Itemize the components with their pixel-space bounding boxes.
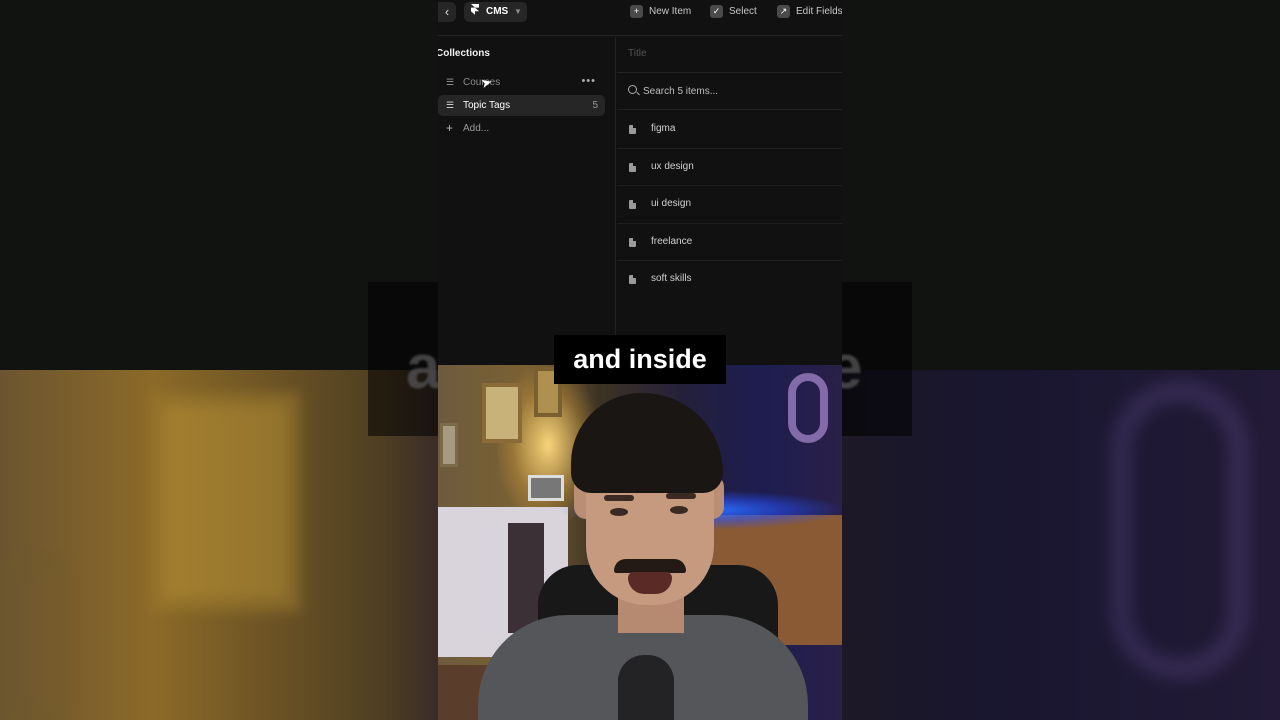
cms-menu-button[interactable]: CMS ▼: [464, 2, 527, 22]
presenter-eye: [670, 506, 688, 514]
chevron-left-icon: ‹: [444, 4, 450, 19]
presenter-mouth: [628, 572, 672, 594]
presenter-mustache: [614, 559, 686, 573]
chevron-down-icon: ▼: [514, 7, 522, 16]
presenter-eye: [610, 508, 628, 516]
title-column-header: Title: [628, 48, 647, 59]
add-collection-label: Add...: [463, 123, 490, 134]
select-button[interactable]: ✓ Select: [710, 4, 757, 20]
search-bar: [617, 72, 842, 110]
presenter-eyebrow: [666, 493, 696, 499]
backdrop-neon-sign: [1110, 380, 1250, 680]
document-icon: [629, 237, 636, 247]
document-icon: [629, 162, 636, 172]
new-item-label: New Item: [649, 6, 692, 17]
back-button[interactable]: ‹: [438, 2, 456, 22]
collections-sidebar: Collections ☰ Courses ••• ☰ Topic Tags 5…: [438, 37, 616, 365]
more-options-icon[interactable]: •••: [581, 71, 596, 92]
edit-fields-label: Edit Fields: [796, 6, 842, 17]
database-icon: ☰: [446, 77, 455, 87]
new-item-button[interactable]: + New Item: [630, 4, 691, 20]
list-item[interactable]: freelance: [617, 224, 842, 261]
sidebar-item-courses[interactable]: ☰ Courses •••: [438, 72, 605, 93]
sidebar-item-label: Topic Tags: [463, 100, 511, 111]
list-item[interactable]: soft skills: [617, 261, 842, 299]
cms-app: ‹ CMS ▼ + New Item ✓ Select ↗ Edit Fields: [438, 0, 842, 365]
sidebar-item-topic-tags[interactable]: ☰ Topic Tags 5: [438, 95, 605, 116]
document-icon: [629, 125, 636, 134]
item-title: ux design: [651, 160, 694, 172]
list-item[interactable]: figma: [617, 111, 842, 149]
plus-icon: +: [630, 4, 643, 18]
item-title: figma: [651, 123, 676, 134]
cms-label: CMS: [486, 6, 509, 17]
presenter-eyebrow: [604, 495, 634, 501]
neon-sign: [788, 373, 828, 443]
checkmark-icon: ✓: [710, 4, 723, 18]
framer-logo-icon: [471, 2, 479, 22]
top-toolbar: ‹ CMS ▼ + New Item ✓ Select ↗ Edit Fields: [438, 0, 842, 36]
edit-fields-button[interactable]: ↗ Edit Fields: [777, 4, 842, 20]
picture-frame: [440, 423, 458, 467]
search-icon: [628, 85, 637, 94]
center-video-column: ‹ CMS ▼ + New Item ✓ Select ↗ Edit Fields: [438, 0, 842, 720]
list-item[interactable]: ux design: [617, 149, 842, 186]
backdrop-picture-frame: [150, 392, 300, 612]
collections-heading: Collections: [438, 48, 490, 59]
document-icon: [629, 200, 636, 209]
arrow-up-right-icon: ↗: [777, 4, 790, 18]
document-icon: [629, 275, 636, 284]
backdrop-picture-frame: [0, 560, 70, 720]
picture-frame: [482, 383, 522, 443]
add-collection-button[interactable]: + Add...: [438, 118, 605, 139]
microphone: [618, 655, 674, 720]
item-title: freelance: [651, 235, 693, 247]
plus-icon: +: [446, 121, 454, 135]
subtitle-caption: and inside: [554, 335, 726, 384]
search-input[interactable]: [643, 83, 833, 99]
item-count-badge: 5: [592, 100, 598, 111]
item-title: ui design: [651, 198, 692, 209]
backdrop-caption-fragment-left: a: [406, 333, 441, 402]
video-frame: a e ‹ CMS ▼ + New Item ✓ Select ↗ Edit F…: [0, 0, 1280, 720]
collection-items-panel: Title figma ux design ui design: [617, 37, 842, 365]
database-icon: ☰: [446, 100, 455, 110]
list-item[interactable]: ui design: [617, 186, 842, 224]
item-title: soft skills: [651, 273, 692, 284]
webcam-feed: [438, 365, 842, 720]
select-label: Select: [729, 6, 757, 17]
